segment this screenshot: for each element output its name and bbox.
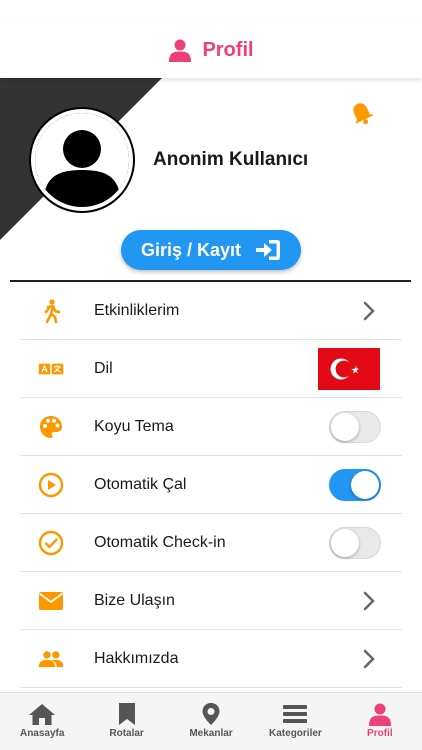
settings-row-label: Otomatik Check-in	[94, 534, 226, 551]
settings-row-label: Otomatik Çal	[94, 476, 187, 493]
settings-row-label: Hakkımızda	[94, 650, 179, 667]
login-register-button[interactable]: Giriş / Kayıt	[121, 230, 301, 270]
login-button-label: Giriş / Kayıt	[140, 239, 242, 260]
dark-theme-toggle[interactable]	[329, 411, 381, 443]
users-icon	[38, 646, 64, 672]
battery-icon	[392, 6, 414, 16]
walking-icon	[38, 298, 64, 324]
envelope-icon	[38, 588, 64, 614]
user-silhouette-icon	[35, 113, 129, 207]
tab-label: Anasayfa	[19, 728, 65, 739]
settings-row-label: Dil	[94, 360, 113, 377]
settings-row-label: Bize Ulaşın	[94, 592, 175, 609]
bell-icon[interactable]	[350, 101, 374, 127]
tab-profil[interactable]: Profil	[338, 693, 422, 750]
turkey-flag[interactable]	[318, 348, 380, 390]
tab-rotalar[interactable]: Rotalar	[84, 693, 168, 750]
person-icon	[169, 39, 192, 62]
tab-label: Rotalar	[109, 728, 144, 739]
person-icon	[368, 703, 391, 726]
chevron-right-icon	[363, 591, 375, 611]
avatar[interactable]	[31, 109, 133, 211]
menu-lines-icon	[283, 705, 308, 723]
settings-row-otomatik-check-in: Otomatik Check-in	[20, 514, 402, 572]
autoplay-toggle[interactable]	[329, 469, 381, 501]
toggle-knob	[351, 471, 379, 499]
tab-label: Profil	[367, 728, 393, 739]
settings-row-koyu-tema: Koyu Tema	[20, 398, 402, 456]
translate-icon	[38, 356, 64, 382]
palette-icon	[38, 414, 64, 440]
profile-header: Anonim Kullanıcı Giriş / Kayıt	[0, 78, 422, 282]
settings-list: Etkinliklerim Dil Koyu Tema Otomatik Çal…	[20, 282, 402, 688]
settings-row-dil[interactable]: Dil	[20, 340, 402, 398]
play-circle-icon	[38, 472, 64, 498]
sign-in-icon	[256, 240, 281, 260]
tab-mekanlar[interactable]: Mekanlar	[169, 693, 253, 750]
settings-row-bize-ulasin[interactable]: Bize Ulaşın	[20, 572, 402, 630]
username: Anonim Kullanıcı	[153, 149, 309, 170]
navigation-bar: Profil	[0, 22, 422, 78]
tab-kategoriler[interactable]: Kategoriler	[253, 693, 337, 750]
settings-row-hakkimizda[interactable]: Hakkımızda	[20, 630, 402, 688]
toggle-knob	[331, 413, 359, 441]
tab-label: Kategoriler	[269, 728, 322, 739]
check-circle-icon	[38, 530, 64, 556]
status-bar	[0, 0, 422, 22]
page-title: Profil	[202, 38, 254, 61]
auto-checkin-toggle[interactable]	[329, 527, 381, 559]
tab-bar: Anasayfa Rotalar Mekanlar Kategoriler Pr…	[0, 692, 422, 750]
settings-row-label: Etkinliklerim	[94, 302, 180, 319]
tab-anasayfa[interactable]: Anasayfa	[0, 693, 84, 750]
settings-row-otomatik-cal: Otomatik Çal	[20, 456, 402, 514]
home-icon	[29, 704, 56, 725]
chevron-right-icon	[363, 649, 375, 669]
settings-row-etkinliklerim[interactable]: Etkinliklerim	[20, 282, 402, 340]
map-marker-icon	[202, 703, 220, 725]
settings-row-label: Koyu Tema	[94, 418, 174, 435]
tab-label: Mekanlar	[189, 728, 233, 739]
toggle-knob	[331, 529, 359, 557]
bookmark-icon	[118, 703, 135, 725]
chevron-right-icon	[363, 301, 375, 321]
